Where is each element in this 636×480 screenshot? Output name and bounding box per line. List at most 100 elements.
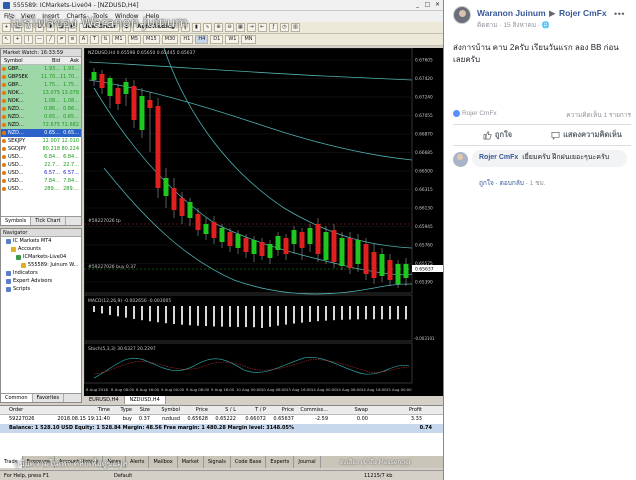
terminal-col-header[interactable]: Swap [328,406,368,414]
arrows-icon[interactable]: ⇅ [101,35,110,44]
timeframe-m1[interactable]: M1 [112,35,126,44]
comment-time[interactable]: 1 ชม. [530,180,546,187]
timeframe-m5[interactable]: M5 [127,35,141,44]
text-icon[interactable]: A [79,35,88,44]
reaction-summary[interactable]: Rojer CmFx [453,110,497,117]
candle-chart-icon[interactable]: ▮ [191,23,201,32]
market-watch-row[interactable]: USD... 6.57... 6.57... [1,169,81,177]
commenter-name[interactable]: Rojer CmFx [479,154,518,161]
navigator-item[interactable]: Accounts [1,245,81,253]
market-watch-row[interactable]: USD... 22.7... 22.7... [1,161,81,169]
navigator-item[interactable]: ICMarkets-Live04 [1,253,81,261]
templates-icon[interactable]: ▥ [290,23,300,32]
post-meta[interactable]: ติดตาม · 15 สิงหาคม · 🌐 [477,20,550,30]
zoom-out-icon[interactable]: ⊖ [224,23,234,32]
trendline-icon[interactable]: ╱ [46,35,55,44]
timeframe-w1[interactable]: W1 [225,35,240,44]
comment-like-link[interactable]: ถูกใจ [479,180,494,187]
col-ask[interactable]: Ask [60,57,81,64]
market-watch-row[interactable]: GBPSEK 11.70... 11.70... [1,73,81,81]
timeframe-h4[interactable]: H4 [195,35,209,44]
timeframe-m15[interactable]: M15 [143,35,160,44]
market-watch-row[interactable]: NOK... 1.08... 1.08... [1,97,81,105]
author-name[interactable]: Waranon Juinum [477,8,546,18]
price-chart[interactable]: #59227026 tp #59227026 buy 0.37 NZDUSD,H… [84,48,444,403]
market-watch-row[interactable]: NZD... 0.65... 0.65... [1,129,81,137]
label-icon[interactable]: T [90,35,99,44]
vertical-line-icon[interactable]: | [24,35,33,44]
terminal-col-header[interactable]: Price [180,406,208,414]
market-watch-row[interactable]: NZD... 0.65... 0.65... [1,113,81,121]
terminal-tab-mailbox[interactable]: Mailbox [149,456,178,468]
terminal-col-header[interactable]: Type [110,406,132,414]
like-button[interactable]: ถูกใจ [453,129,542,141]
market-watch-row[interactable]: NOK... 13.075 13.078 [1,89,81,97]
timeframe-d1[interactable]: D1 [210,35,224,44]
tab-tick-chart[interactable]: Tick Chart [31,217,66,225]
timeframe-h1[interactable]: H1 [180,35,194,44]
market-watch-row[interactable]: NZD... 72.675 72.682 [1,121,81,129]
close-icon[interactable]: ✕ [433,1,442,9]
tab-symbols[interactable]: Symbols [1,217,32,225]
comment-reply-link[interactable]: ตอบกลับ [500,180,524,187]
crosshair-icon[interactable]: + [13,35,22,44]
cursor-icon[interactable]: ↖ [2,35,11,44]
periods-icon[interactable]: ◷ [279,23,289,32]
market-watch-row[interactable]: USD... 289.... 289.... [1,185,81,193]
terminal-tab-signals[interactable]: Signals [204,456,231,468]
navigator-item[interactable]: 555589: Juinum W... [1,261,81,269]
terminal-col-header[interactable]: Size [132,406,150,414]
timeframe-m30[interactable]: M30 [161,35,179,44]
order-row[interactable]: 59227026 2018.08.15 19:11:40 buy 0.37 nz… [0,415,443,424]
group-name[interactable]: Rojer CmFx [559,8,607,18]
tab-favorites[interactable]: Favorites [33,394,65,402]
shift-icon[interactable]: ⇤ [257,23,267,32]
market-watch-row[interactable]: NZD... 0.86... 0.86... [1,105,81,113]
navigator-item[interactable]: IC Markets MT4 [1,237,81,245]
maximize-icon[interactable]: □ [423,1,432,9]
terminal-col-header[interactable]: Price [266,406,294,414]
chart-canvas[interactable]: #59227026 tp #59227026 buy 0.37 NZDUSD,H… [84,48,444,396]
market-watch-row[interactable]: GBP... 1.75... 1.75... [1,81,81,89]
minimize-icon[interactable]: _ [413,1,422,9]
terminal-col-header[interactable]: S / L [208,406,236,414]
timeframe-mn[interactable]: MN [241,35,256,44]
comment-button[interactable]: แสดงความคิดเห็น [542,129,631,141]
market-watch-row[interactable]: USD... 6.84... 6.84... [1,153,81,161]
terminal-tab-code-base[interactable]: Code Base [231,456,267,468]
terminal-tab-alerts[interactable]: Alerts [126,456,150,468]
col-bid[interactable]: Bid [37,57,60,64]
terminal-col-header[interactable]: Order [0,406,54,414]
author-avatar[interactable] [453,6,471,24]
comment-count[interactable]: ความคิดเห็น 1 รายการ [566,110,631,120]
tile-icon[interactable]: ▦ [235,23,245,32]
col-symbol[interactable]: Symbol [1,57,37,64]
zoom-in-icon[interactable]: ⊕ [213,23,223,32]
terminal-col-header[interactable]: Time [54,406,110,414]
terminal-tab-market[interactable]: Market [178,456,204,468]
more-options-icon[interactable]: ••• [614,9,625,19]
market-watch-row[interactable]: SGDJPY 80.218 80.224 [1,145,81,153]
terminal-tab-journal[interactable]: Journal [294,456,321,468]
market-watch-row[interactable]: SEKJPY 12.007 12.010 [1,137,81,145]
chart-tab-nzdusd[interactable]: NZDUSD,H4 [124,396,166,404]
commenter-avatar[interactable] [453,152,468,167]
line-chart-icon[interactable]: ∿ [202,23,212,32]
market-watch-row[interactable]: USD... 7.84... 7.84... [1,177,81,185]
terminal-col-header[interactable]: Profit [368,406,428,414]
terminal-col-header[interactable]: Symbol [150,406,180,414]
horizontal-line-icon[interactable]: — [35,35,44,44]
terminal-col-header[interactable]: Commiss... [294,406,328,414]
terminal-col-header[interactable]: T / P [236,406,266,414]
autoscroll-icon[interactable]: ⇥ [246,23,256,32]
market-watch-row[interactable]: GBP... 1.93... 1.93... [1,65,81,73]
tab-common[interactable]: Common [1,394,33,402]
navigator-item[interactable]: Indicators [1,269,81,277]
terminal-tab-experts[interactable]: Experts [266,456,295,468]
indicators-icon[interactable]: ƒ [268,23,278,32]
channel-icon[interactable]: ≠ [57,35,66,44]
chart-tab-eurusd[interactable]: EURUSD,H4 [84,396,125,404]
navigator-item[interactable]: Scripts [1,285,81,293]
navigator-item[interactable]: Expert Advisors [1,277,81,285]
fibo-icon[interactable]: ≡ [68,35,77,44]
